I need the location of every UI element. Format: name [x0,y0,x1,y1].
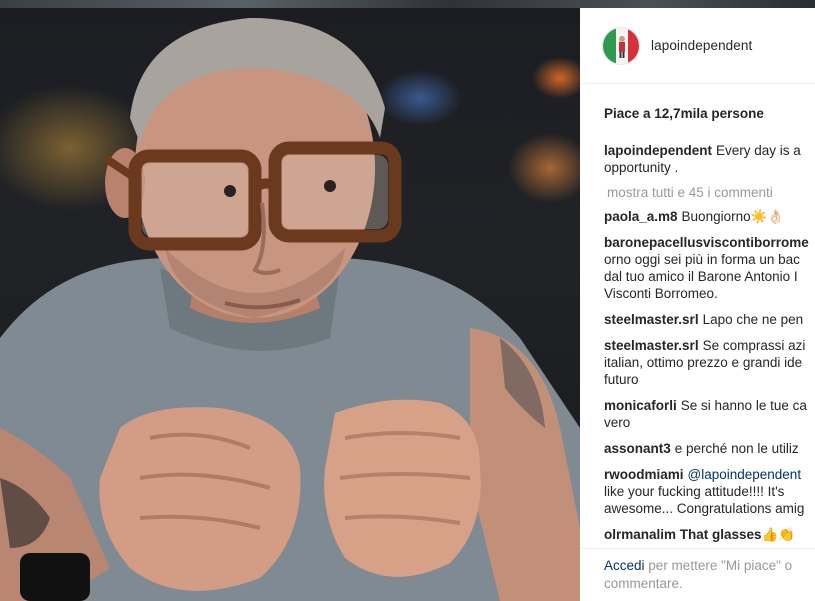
portrait-illustration [0,18,580,601]
header-username[interactable]: lapoindependent [651,38,752,53]
comment-username[interactable]: paola_a.m8 [604,209,678,224]
comment-text: Se comprassi azi [702,338,806,353]
login-prompt-text: commentare. [604,576,683,591]
left-fist-shape [99,407,301,591]
comment-text: Buongiorno☀️👌🏻 [681,209,785,224]
list-item: paola_a.m8 Buongiorno☀️👌🏻 [604,208,815,225]
list-item: steelmaster.srl Se comprassi azi italian,… [604,337,815,388]
comment-text: orno oggi sei più in forma un bac [604,252,800,267]
post-header: lapoindependent [580,8,815,84]
show-all-comments-link[interactable]: mostra tutti e 45 i commenti [607,185,815,200]
partial-comment: olrmanalim That glasses👍👏 [604,527,796,542]
comment-text: Visconti Borromeo. [604,286,718,301]
comment-text: dal tuo amico il Barone Antonio I [604,269,798,284]
profile-avatar[interactable] [602,26,640,65]
login-link[interactable]: Accedi [604,558,645,573]
comment-text: Lapo che ne pen [702,312,804,327]
watch-shape [20,553,90,601]
list-item: rwoodmiami @lapoindependent like your fuc… [604,466,815,517]
comment-mention[interactable]: @lapoindependent [688,467,802,482]
likes-count[interactable]: Piace a 12,7mila persone [580,84,815,142]
comments-panel: lapoindependent Piace a 12,7mila persone… [580,8,815,601]
comment-username[interactable]: rwoodmiami [604,467,684,482]
comment-text: like your fucking attitude!!!! It's [604,484,785,499]
top-strip [0,0,815,8]
comment-username[interactable]: monicaforli [604,398,677,413]
right-fist-shape [324,399,481,577]
comment-text: Se si hanno le tue ca [680,398,807,413]
comment-text: e perché non le utiliz [674,441,799,456]
glasses-shape [102,141,402,251]
list-item: assonant3 e perché non le utiliz [604,440,815,457]
caption-text: opportunity . [604,160,679,175]
comments-list: lapoindependent Every day is a opportunit… [580,142,815,543]
avatar-figure-icon [619,35,625,58]
comment-username[interactable]: steelmaster.srl [604,312,699,327]
caption: lapoindependent Every day is a opportunit… [604,142,815,176]
caption-text: Every day is a [716,143,801,158]
comment-text: futuro [604,372,639,387]
comment-text: italian, ottimo prezzo e grandi ide [604,355,803,370]
login-prompt: Accedi per mettere "Mi piace" o commenta… [580,548,815,601]
comment-username[interactable]: assonant3 [604,441,671,456]
login-prompt-text: per mettere "Mi piace" o [648,558,793,573]
comment-username[interactable]: baronepacellusviscontiborrome [604,235,809,250]
list-item: monicaforli Se si hanno le tue ca vero [604,397,815,431]
post-photo[interactable] [0,8,580,601]
comment-text: vero [604,415,631,430]
list-item: baronepacellusviscontiborrome orno oggi … [604,234,815,302]
comment-username[interactable]: steelmaster.srl [604,338,699,353]
list-item: steelmaster.srl Lapo che ne pen [604,311,815,328]
caption-username[interactable]: lapoindependent [604,143,712,158]
comment-text: awesome... Congratulations amig [604,501,805,516]
